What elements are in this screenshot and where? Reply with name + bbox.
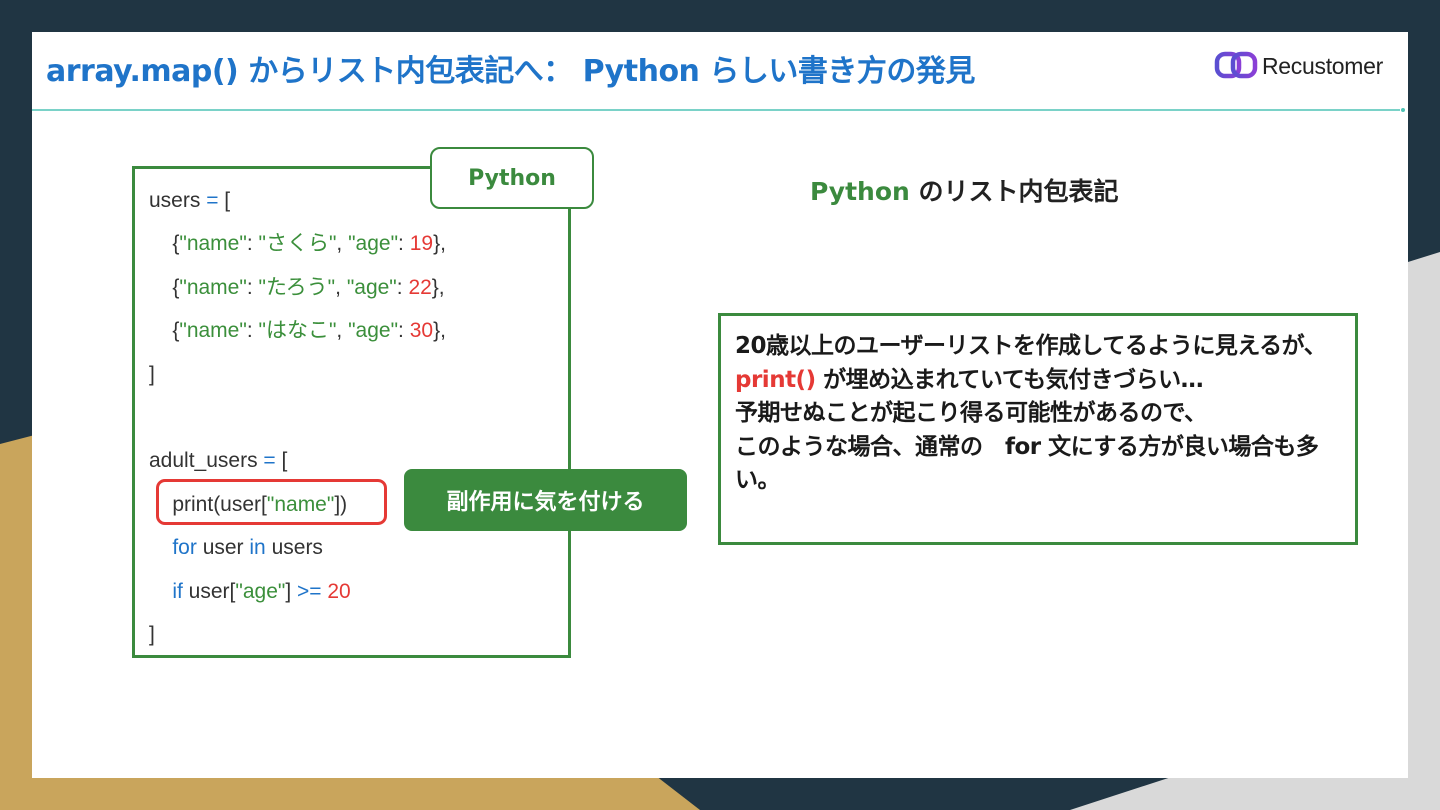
code-token: , xyxy=(335,275,347,299)
code-token: >= xyxy=(297,579,322,603)
code-token: "name" xyxy=(179,275,247,299)
code-token: = xyxy=(206,189,219,212)
code-token: adult_users xyxy=(149,449,264,473)
slide: array.map() からリスト内包表記へ： Python らしい書き方の発見… xyxy=(32,32,1408,778)
side-effect-highlight xyxy=(156,479,387,525)
code-token: "さくら" xyxy=(258,232,337,256)
logo-infinity-icon xyxy=(1214,51,1258,79)
code-line: ] xyxy=(149,623,155,646)
code-line: users = [ xyxy=(149,189,230,212)
code-token: { xyxy=(149,275,180,299)
code-token: if xyxy=(172,579,183,603)
code-block: users = [ {"name": "さくら", "age": 19}, {"… xyxy=(149,179,446,656)
code-token: [ xyxy=(218,189,231,212)
code-token: { xyxy=(149,232,180,256)
note-part2: が埋め込まれていても気付きづらい… xyxy=(815,366,1204,393)
code-token: "name" xyxy=(179,232,247,256)
note-code: print() xyxy=(735,366,816,393)
code-token: "age" xyxy=(348,319,399,343)
code-token: 19 xyxy=(409,232,434,256)
code-token: users xyxy=(265,536,323,560)
code-token: : xyxy=(246,232,259,256)
code-token: }, xyxy=(431,275,445,299)
code-token: : xyxy=(396,275,409,299)
code-token: "age" xyxy=(348,232,399,256)
code-token: }, xyxy=(433,232,446,256)
code-line: {"name": "さくら", "age": 19}, xyxy=(149,232,446,255)
code-token: = xyxy=(263,449,276,473)
code-line: {"name": "たろう", "age": 22}, xyxy=(149,275,445,299)
slide-title: array.map() からリスト内包表記へ： Python らしい書き方の発見 xyxy=(46,54,975,89)
language-tag: Python xyxy=(430,147,594,209)
section-title-python: Python xyxy=(810,177,910,206)
code-token: "はなこ" xyxy=(258,319,337,343)
code-token: }, xyxy=(433,319,446,343)
header-divider xyxy=(32,108,1405,112)
code-token: [ xyxy=(275,449,288,473)
note-part1: 20歳以上のユーザーリストを作成してるように見えるが、 xyxy=(735,333,1327,359)
code-line: if user["age"] >= 20 xyxy=(149,579,351,603)
side-effect-callout: 副作用に気を付ける xyxy=(404,469,687,531)
code-token: "name" xyxy=(179,319,247,343)
code-token: : xyxy=(246,319,259,343)
note-line2: 予期せぬことが起こり得る可能性があるので、 xyxy=(735,400,1207,426)
code-token: ] xyxy=(285,579,297,603)
code-line: {"name": "はなこ", "age": 30}, xyxy=(149,319,446,342)
code-line: ] xyxy=(149,363,155,386)
code-token: 20 xyxy=(327,579,351,603)
code-token: ] xyxy=(149,623,155,647)
logo-text: Recustomer xyxy=(1262,52,1383,79)
code-token: users xyxy=(149,189,207,212)
code-token: user xyxy=(196,536,250,560)
code-line: for user in users xyxy=(149,536,323,559)
code-token: ] xyxy=(149,362,155,386)
code-token: 22 xyxy=(408,275,432,299)
code-line: adult_users = [ xyxy=(149,449,287,472)
code-token: : xyxy=(398,232,410,256)
code-token: , xyxy=(336,319,349,343)
code-token: 30 xyxy=(409,319,434,343)
code-token: : xyxy=(398,319,410,343)
code-token: : xyxy=(246,275,259,299)
explanation-box: 20歳以上のユーザーリストを作成してるように見えるが、 print() が埋め込… xyxy=(718,313,1358,545)
recustomer-logo: Recustomer xyxy=(1214,50,1383,82)
code-token: , xyxy=(336,232,349,256)
section-title: Python のリスト内包表記 xyxy=(810,172,1119,208)
explanation-text: 20歳以上のユーザーリストを作成してるように見えるが、 print() が埋め込… xyxy=(735,330,1341,498)
code-token: in xyxy=(249,536,266,560)
code-token: "age" xyxy=(235,579,286,603)
code-token: "たろう" xyxy=(258,275,336,299)
code-token: "age" xyxy=(346,275,397,299)
section-title-rest: のリスト内包表記 xyxy=(909,177,1119,206)
code-token: { xyxy=(149,319,180,343)
code-token: user[ xyxy=(182,579,236,603)
note-line3: このような場合、通常の for 文にする方が良い場合も多い。 xyxy=(735,433,1319,494)
code-token: for xyxy=(172,536,197,560)
code-panel: users = [ {"name": "さくら", "age": 19}, {"… xyxy=(132,166,571,658)
